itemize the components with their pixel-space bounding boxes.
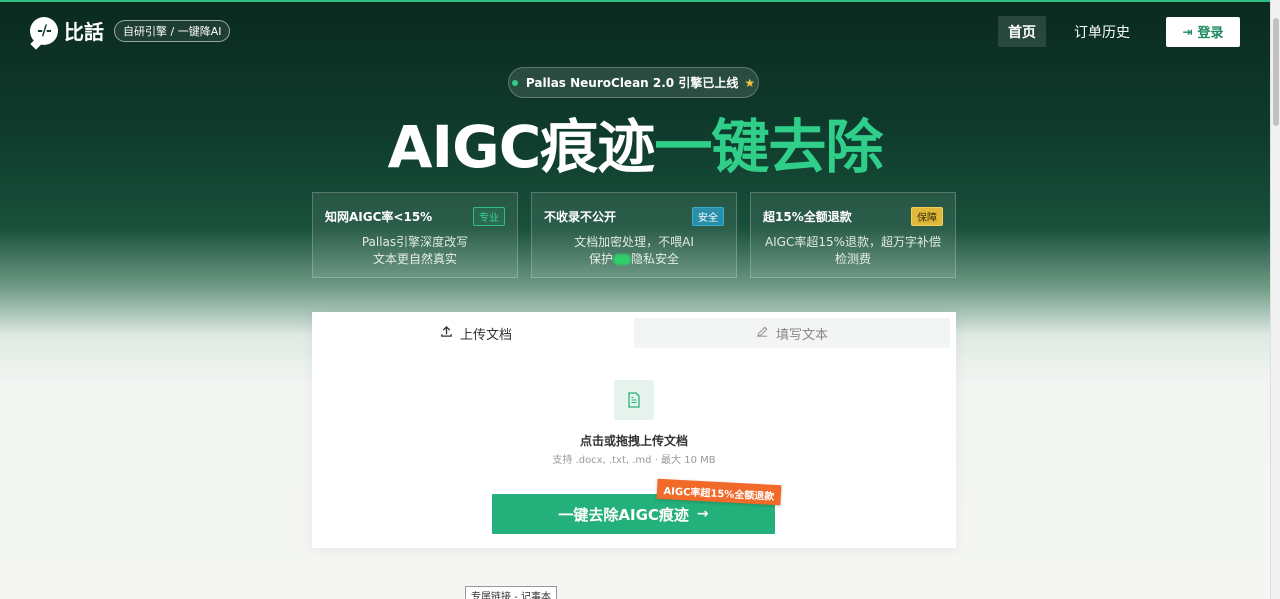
- dropzone-hint: 支持 .docx, .txt, .md · 最大 10 MB: [552, 455, 716, 466]
- login-icon: ⇥: [1182, 24, 1193, 39]
- tab-write-text[interactable]: 填写文本: [634, 318, 950, 348]
- announcement-pill[interactable]: Pallas NeuroClean 2.0 引擎已上线 ★: [508, 67, 759, 98]
- taskbar-tooltip: 专属链接 - 记事本: [465, 586, 557, 599]
- logo-text: 比話: [64, 20, 104, 44]
- scrollbar-thumb[interactable]: [1273, 18, 1279, 126]
- feature-title: 不收录不公开: [544, 210, 617, 224]
- file-dropzone[interactable]: 点击或拖拽上传文档 支持 .docx, .txt, .md · 最大 10 MB…: [312, 352, 956, 548]
- logo[interactable]: -/- 比話 自研引擎 / 一键降AI: [30, 16, 231, 45]
- feature-desc-line: 检测费: [834, 252, 871, 266]
- feature-title: 知网AIGC率<15%: [325, 210, 433, 224]
- hero-title-white: AIGC痕迹: [387, 113, 656, 181]
- status-dot-icon: [511, 79, 518, 86]
- feature-desc-line: 文本更自然真实: [372, 252, 457, 266]
- cta-label: 一键去除AIGC痕迹: [558, 505, 689, 524]
- logo-icon: -/-: [30, 16, 58, 45]
- announcement-text: Pallas NeuroClean 2.0 引擎已上线: [525, 76, 739, 90]
- logo-badge: 自研引擎 / 一键降AI: [114, 19, 231, 42]
- site-header: -/- 比話 自研引擎 / 一键降AI 首页 订单历史 ⇥ 登录: [0, 2, 1270, 58]
- feature-desc-line: 文档加密处理，不喂AI: [574, 235, 694, 249]
- feature-card-guarantee: 超15%全额退款 保障 AIGC率超15%退款，超万字补偿 检测费: [750, 192, 956, 278]
- upload-icon: [440, 325, 453, 342]
- star-icon: ★: [744, 75, 756, 90]
- page-scrollbar[interactable]: [1270, 0, 1280, 599]
- feature-title: 超15%全额退款: [763, 210, 852, 224]
- arrow-right-icon: →: [696, 506, 709, 522]
- tab-label: 上传文档: [459, 327, 512, 343]
- tab-upload-document[interactable]: 上传文档: [318, 318, 634, 348]
- feature-card-professional: 知网AIGC率<15% 专业 Pallas引擎深度改写 文本更自然真实: [312, 192, 518, 278]
- hero-title-green: 一键去除: [654, 113, 883, 181]
- feature-desc-line: AIGC率超15%退款，超万字补偿: [764, 235, 942, 249]
- tab-label: 填写文本: [775, 327, 828, 343]
- feature-tag: 专业: [473, 207, 505, 226]
- feature-tag: 安全: [692, 207, 724, 226]
- pencil-icon: [756, 325, 769, 342]
- feature-tag: 保障: [911, 207, 943, 226]
- hero-title: AIGC痕迹一键去除: [0, 112, 1270, 182]
- feature-card-security: 不收录不公开 安全 文档加密处理，不喂AI 保护 隐私安全: [531, 192, 737, 278]
- nav-order-history[interactable]: 订单历史: [1064, 16, 1140, 47]
- feature-desc-line: 保护 隐私安全: [588, 252, 680, 266]
- main-nav: 首页 订单历史 ⇥ 登录: [998, 16, 1240, 47]
- redaction-mark: [613, 254, 631, 265]
- login-button[interactable]: ⇥ 登录: [1166, 16, 1240, 47]
- login-label: 登录: [1197, 26, 1224, 41]
- dropzone-title: 点击或拖拽上传文档: [579, 434, 688, 448]
- feature-desc-line: Pallas引擎深度改写: [361, 235, 469, 249]
- nav-home[interactable]: 首页: [998, 16, 1046, 47]
- input-mode-tabs: 上传文档 填写文本: [318, 318, 950, 348]
- upload-panel: 上传文档 填写文本 点击或拖拽上传文档 支持 .docx, .txt, .md …: [312, 312, 956, 548]
- document-icon: [614, 380, 654, 420]
